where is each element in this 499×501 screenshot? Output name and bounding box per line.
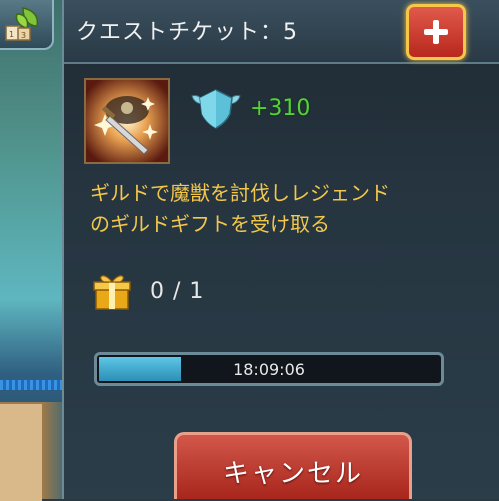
gift-box-icon: [93, 275, 131, 310]
quest-image: [84, 78, 170, 164]
calendar-button[interactable]: 1 3: [0, 0, 54, 50]
quest-panel: クエストチケット：5 +310 ギルドで魔獣を討伐しレジェンド のギルドギフトを…: [62, 0, 499, 499]
description-line-1: ギルドで魔獣を討伐しレジェンド: [90, 181, 390, 205]
quest-sword-explosion-icon: [86, 80, 168, 162]
quest-progress-row: 0 / 1: [90, 268, 204, 314]
calendar-leaf-icon: 1 3: [5, 7, 39, 41]
svg-text:1: 1: [9, 30, 14, 39]
quest-ticket-title: クエストチケット：5: [76, 20, 298, 45]
timer-text: 18:09:06: [233, 359, 305, 379]
cancel-button[interactable]: キャンセル: [174, 432, 412, 499]
game-background: 1 3: [0, 0, 64, 501]
guild-shield-wings-icon: [191, 89, 241, 129]
svg-text:3: 3: [21, 31, 26, 40]
shoreline: [0, 380, 64, 390]
add-ticket-button[interactable]: [406, 4, 466, 60]
quest-description: ギルドで魔獣を討伐しレジェンド のギルドギフトを受け取る: [90, 178, 490, 240]
cancel-button-label: キャンセル: [222, 458, 363, 489]
panel-header: クエストチケット：5: [64, 0, 499, 64]
sand-edge: [42, 402, 64, 499]
reward-row: +310: [188, 86, 310, 130]
sand-area: [0, 402, 42, 501]
timer-progress-bar: 18:09:06: [94, 352, 444, 386]
description-line-2: のギルドギフトを受け取る: [90, 212, 330, 236]
progress-count: 0 / 1: [150, 278, 205, 304]
plus-icon: [424, 20, 448, 44]
reward-value: +310: [250, 95, 311, 121]
